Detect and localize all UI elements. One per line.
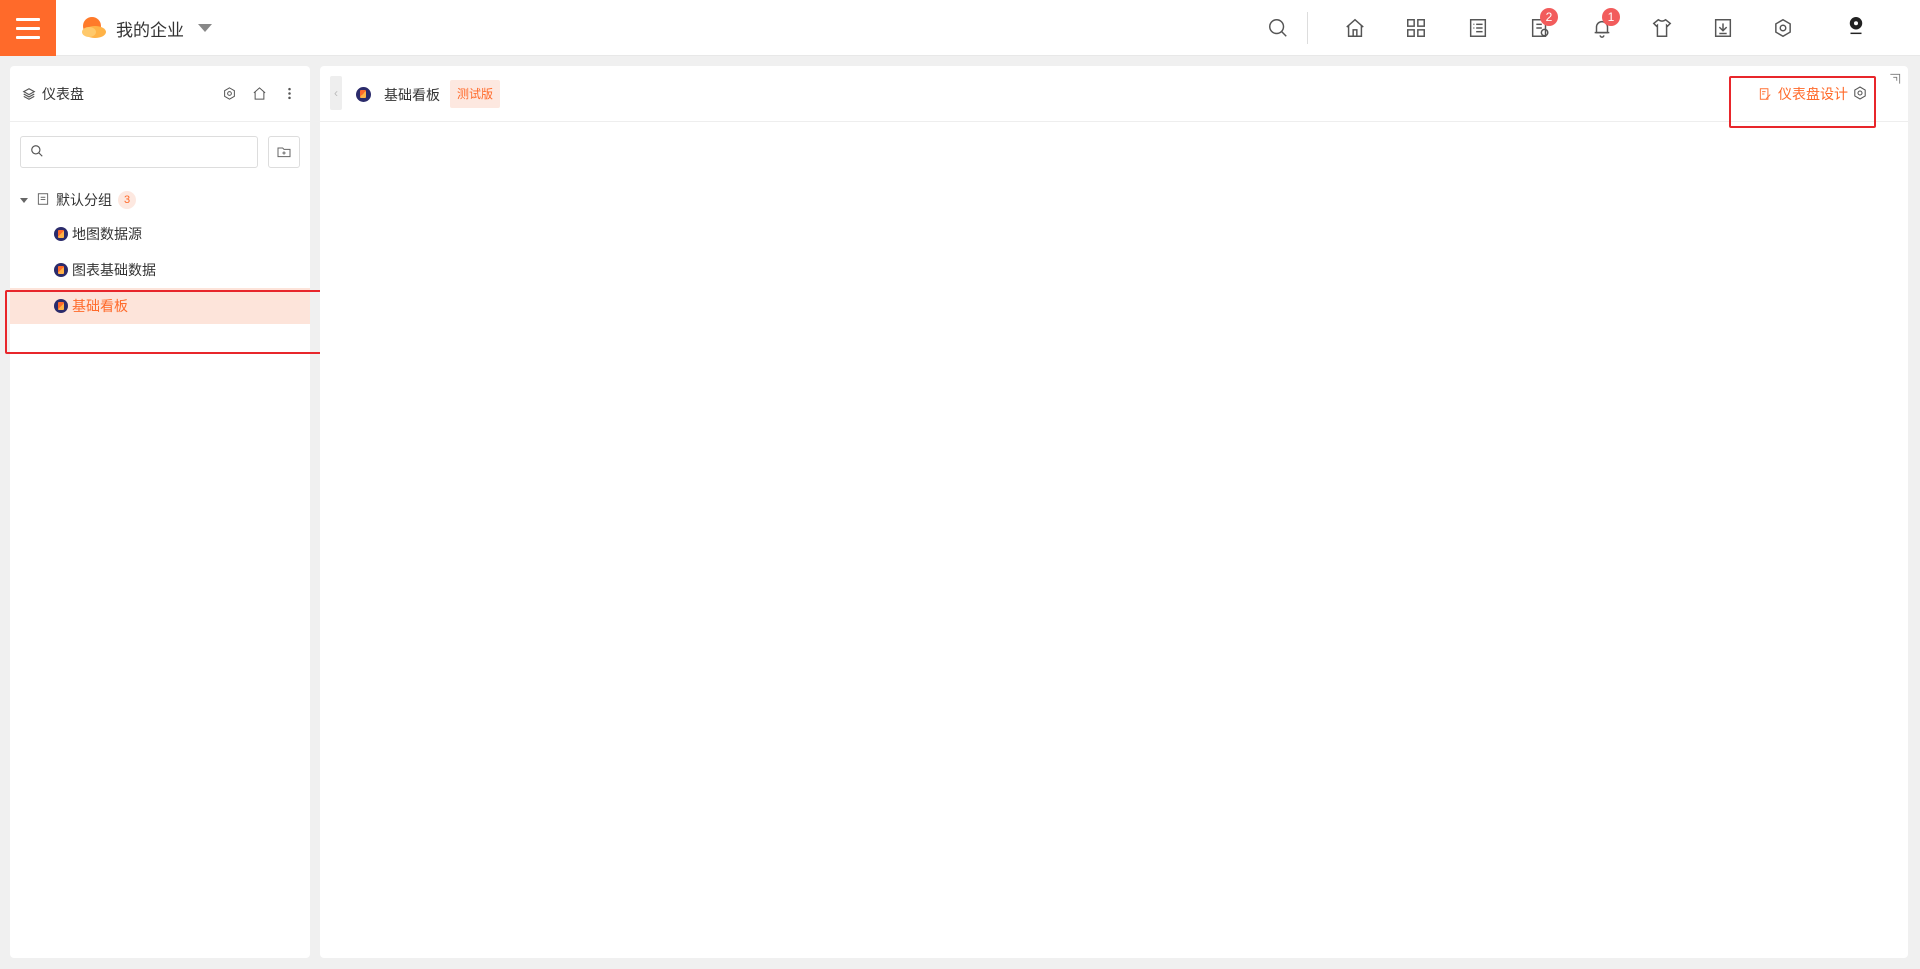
dashboard-sidebar: 仪表盘 默认分组 3 地图数据源 图表基础数据 基础看板	[10, 66, 310, 958]
main-header: ‹ 基础看板 测试版 仪表盘设计	[320, 66, 1908, 122]
search-icon	[30, 144, 46, 160]
tree-item-label: 图表基础数据	[72, 262, 156, 278]
apps-grid-icon[interactable]	[1402, 14, 1430, 42]
collapse-sidebar-handle[interactable]: ‹	[330, 76, 342, 110]
dashboard-icon	[356, 87, 371, 102]
task-icon[interactable]: 2	[1526, 8, 1558, 42]
bell-icon[interactable]: 1	[1588, 8, 1620, 42]
group-count-badge: 3	[118, 191, 136, 209]
search-input[interactable]	[20, 136, 258, 168]
tree-item-selected[interactable]: 基础看板	[10, 288, 310, 324]
org-name: 我的企业	[116, 20, 184, 40]
tree-item-label: 基础看板	[72, 298, 128, 314]
dashboard-icon	[54, 263, 68, 277]
menu-bar-line	[16, 35, 40, 39]
layers-icon	[22, 87, 36, 100]
gear-icon	[223, 86, 235, 100]
sidebar-more-button[interactable]	[280, 84, 298, 102]
fullscreen-icon[interactable]	[1888, 72, 1904, 88]
org-logo-icon	[82, 17, 106, 38]
dashboard-tree: 默认分组 3 地图数据源 图表基础数据 基础看板	[10, 184, 310, 324]
task-badge: 2	[1540, 8, 1558, 26]
dashboard-design-label: 仪表盘设计	[1778, 86, 1848, 102]
tree-item-label: 地图数据源	[72, 226, 142, 242]
search-icon[interactable]	[1264, 14, 1292, 42]
sidebar-search-row	[20, 136, 300, 168]
tree-item[interactable]: 地图数据源	[10, 216, 310, 252]
sidebar-title: 仪表盘	[42, 85, 84, 102]
top-bar: 我的企业 2 1	[0, 0, 1920, 56]
version-tag: 测试版	[450, 80, 501, 108]
dashboard-settings-button[interactable]	[1852, 85, 1870, 103]
menu-bar-line	[16, 17, 40, 21]
dashboard-icon	[54, 227, 68, 241]
document-icon	[36, 192, 50, 209]
gear-icon[interactable]	[1769, 14, 1797, 42]
chevron-down-icon	[198, 24, 212, 32]
tree-group-label: 默认分组	[56, 192, 112, 208]
caret-down-icon	[20, 197, 28, 203]
download-icon[interactable]	[1709, 14, 1737, 42]
dashboard-icon	[54, 299, 68, 313]
shirt-icon[interactable]	[1648, 14, 1676, 42]
more-vertical-icon	[287, 87, 291, 99]
checklist-icon[interactable]	[1464, 14, 1492, 42]
page-title: 基础看板	[384, 87, 440, 103]
dashboard-main-panel: ‹ 基础看板 测试版 仪表盘设计	[320, 66, 1908, 958]
home-icon	[253, 86, 265, 100]
sidebar-header: 仪表盘	[10, 66, 310, 122]
new-folder-button[interactable]	[268, 136, 300, 168]
hamburger-menu-button[interactable]	[0, 0, 56, 56]
gear-icon	[1854, 86, 1866, 100]
dashboard-design-button[interactable]: 仪表盘设计	[1758, 84, 1848, 104]
sidebar-settings-button[interactable]	[220, 84, 238, 102]
tree-group-default[interactable]: 默认分组 3	[10, 184, 310, 216]
notification-badge: 1	[1602, 8, 1620, 26]
sidebar-home-button[interactable]	[250, 84, 268, 102]
tree-item[interactable]: 图表基础数据	[10, 252, 310, 288]
folder-add-icon	[277, 147, 291, 158]
edit-icon	[1759, 88, 1771, 100]
home-icon[interactable]	[1341, 14, 1369, 42]
org-switcher[interactable]: 我的企业	[80, 14, 212, 42]
divider	[1307, 12, 1308, 44]
menu-bar-line	[16, 26, 40, 30]
avatar[interactable]	[1842, 12, 1870, 40]
